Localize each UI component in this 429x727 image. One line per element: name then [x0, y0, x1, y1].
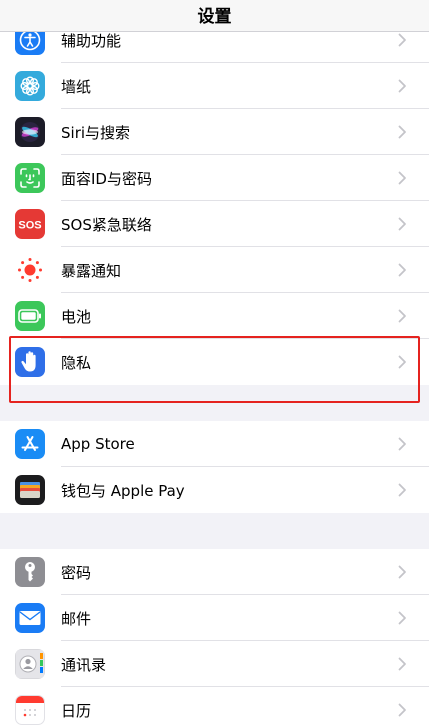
chevron-right-icon	[398, 437, 406, 451]
settings-group-1: 辅助功能 墙纸 Siri与搜索 面容ID与密码 SOS SOS紧急联络 暴露通知…	[0, 17, 429, 385]
app-store-icon	[15, 429, 45, 459]
privacy-hand-icon	[15, 347, 45, 377]
chevron-right-icon	[398, 703, 406, 717]
settings-row-label: 暴露通知	[61, 261, 122, 280]
settings-row-calendar[interactable]: 日历	[0, 687, 429, 727]
calendar-icon	[15, 695, 45, 725]
sos-icon: SOS	[15, 209, 45, 239]
mail-icon	[15, 603, 45, 633]
siri-icon	[15, 117, 45, 147]
settings-row-app-store[interactable]: App Store	[0, 421, 429, 467]
chevron-right-icon	[398, 33, 406, 47]
settings-row-wallet[interactable]: 钱包与 Apple Pay	[0, 467, 429, 513]
settings-row-label: App Store	[61, 435, 135, 453]
key-icon	[15, 557, 45, 587]
battery-icon	[15, 301, 45, 331]
settings-row-exposure[interactable]: 暴露通知	[0, 247, 429, 293]
settings-row-battery[interactable]: 电池	[0, 293, 429, 339]
exposure-notification-icon	[15, 255, 45, 285]
settings-row-label: 墙纸	[61, 77, 92, 96]
chevron-right-icon	[398, 217, 406, 231]
settings-row-sos[interactable]: SOS SOS紧急联络	[0, 201, 429, 247]
settings-row-label: 面容ID与密码	[61, 169, 152, 188]
page-title: 设置	[197, 7, 232, 27]
nav-bar: 设置	[0, 0, 429, 32]
chevron-right-icon	[398, 355, 406, 369]
settings-row-label: 电池	[61, 307, 92, 326]
settings-row-label: 日历	[61, 701, 92, 720]
settings-row-label: 密码	[61, 563, 92, 582]
settings-row-privacy[interactable]: 隐私	[0, 339, 429, 385]
settings-row-face-id[interactable]: 面容ID与密码	[0, 155, 429, 201]
settings-row-wallpaper[interactable]: 墙纸	[0, 63, 429, 109]
settings-group-3: 密码 邮件 通讯录 日历	[0, 549, 429, 727]
contacts-icon	[15, 649, 45, 679]
face-id-icon	[15, 163, 45, 193]
settings-screen: 设置 辅助功能 墙纸 Siri与搜索 面容ID与密码 SOS SOS紧急联络 暴…	[0, 0, 429, 727]
chevron-right-icon	[398, 79, 406, 93]
chevron-right-icon	[398, 657, 406, 671]
wallpaper-flower-icon	[15, 71, 45, 101]
chevron-right-icon	[398, 309, 406, 323]
svg-text:SOS: SOS	[18, 220, 41, 232]
chevron-right-icon	[398, 565, 406, 579]
settings-row-label: 隐私	[61, 353, 92, 372]
settings-row-label: 通讯录	[61, 655, 107, 674]
settings-row-mail[interactable]: 邮件	[0, 595, 429, 641]
settings-row-siri[interactable]: Siri与搜索	[0, 109, 429, 155]
settings-row-contacts[interactable]: 通讯录	[0, 641, 429, 687]
chevron-right-icon	[398, 125, 406, 139]
chevron-right-icon	[398, 171, 406, 185]
settings-group-2: App Store 钱包与 Apple Pay	[0, 421, 429, 513]
settings-row-label: SOS紧急联络	[61, 215, 152, 234]
settings-row-label: 邮件	[61, 609, 92, 628]
settings-row-label: Siri与搜索	[61, 123, 131, 142]
settings-row-passwords[interactable]: 密码	[0, 549, 429, 595]
chevron-right-icon	[398, 611, 406, 625]
settings-row-label: 钱包与 Apple Pay	[61, 481, 185, 500]
chevron-right-icon	[398, 483, 406, 497]
chevron-right-icon	[398, 263, 406, 277]
wallet-icon	[15, 475, 45, 505]
